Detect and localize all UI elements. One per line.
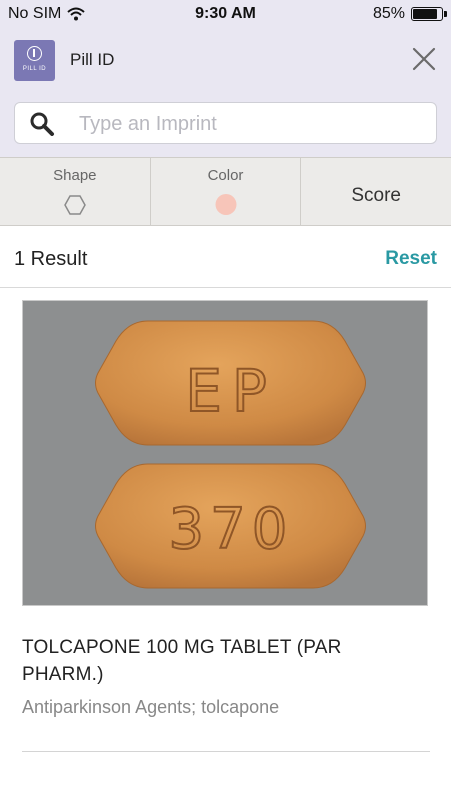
- color-swatch: [215, 194, 236, 215]
- search-icon: [30, 112, 54, 136]
- pill-photo: EP 370: [95, 320, 366, 589]
- battery-percent: 85%: [372, 5, 405, 22]
- shape-filter[interactable]: Shape: [0, 158, 151, 225]
- logo-text: PILL ID: [22, 66, 47, 72]
- pill-image[interactable]: EP 370: [22, 300, 428, 606]
- search-box[interactable]: [14, 102, 437, 144]
- results-header: 1 Result Reset: [0, 226, 451, 288]
- filter-bar: Shape Color Score: [0, 157, 451, 226]
- battery-fill: [413, 9, 437, 19]
- search-area: [0, 90, 451, 157]
- result-title[interactable]: TOLCAPONE 100 MG TABLET (PAR PHARM.): [22, 634, 422, 688]
- status-bar: No SIM 9:30 AM 85%: [0, 0, 451, 30]
- imprint-search-input[interactable]: [79, 109, 419, 139]
- page-title: Pill ID: [70, 50, 115, 69]
- pill-logo-icon: [27, 46, 42, 61]
- battery-icon: [411, 7, 447, 21]
- close-icon[interactable]: [411, 46, 437, 72]
- pill-id-logo: PILL ID: [14, 40, 55, 81]
- hexagon-icon: [63, 195, 86, 215]
- reset-button[interactable]: Reset: [385, 248, 437, 270]
- app-header: PILL ID Pill ID: [0, 30, 451, 90]
- status-right: 85%: [372, 5, 447, 23]
- color-filter-label: Color: [207, 167, 244, 184]
- shape-filter-label: Shape: [53, 167, 97, 184]
- battery-tip: [444, 11, 447, 17]
- score-filter-label: Score: [351, 185, 401, 206]
- score-filter[interactable]: Score: [301, 158, 451, 225]
- pill-imprint-top: EP: [185, 357, 277, 425]
- pill-imprint-bottom: 370: [169, 497, 294, 562]
- color-filter[interactable]: Color: [151, 158, 302, 225]
- results-count: 1 Result: [14, 248, 88, 270]
- result-card[interactable]: EP 370 TOLCAPONE 100 MG TABLET (PAR PHAR…: [22, 300, 430, 752]
- result-subtitle: Antiparkinson Agents; tolcapone: [22, 697, 280, 717]
